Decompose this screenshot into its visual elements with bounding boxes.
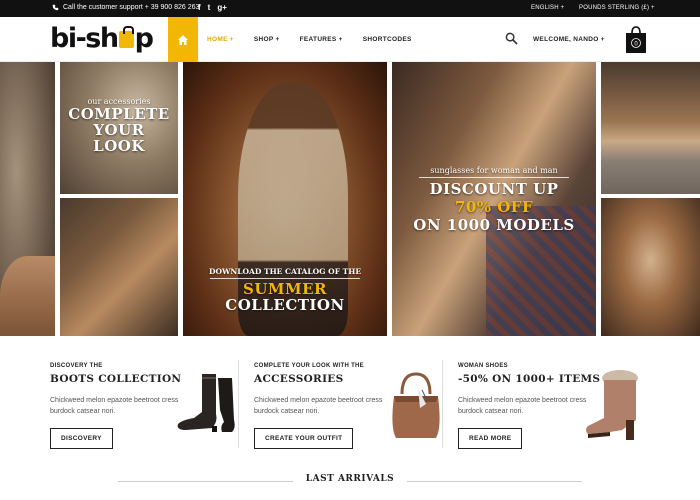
section-title-last-arrivals: LAST ARRIVALS bbox=[305, 474, 395, 484]
site-header: bi-sh p HOME + SHOP + FEATURES + SHORTCOD… bbox=[0, 17, 700, 62]
nav-shop[interactable]: SHOP + bbox=[254, 36, 280, 43]
twitter-icon[interactable]: t bbox=[208, 3, 211, 12]
home-button[interactable] bbox=[168, 17, 198, 62]
search-icon[interactable] bbox=[505, 32, 518, 45]
home-icon bbox=[178, 34, 188, 45]
site-logo[interactable]: bi-sh p bbox=[50, 23, 154, 54]
caption-divider bbox=[419, 177, 569, 178]
nav-features[interactable]: FEATURES + bbox=[300, 36, 343, 43]
banner-summer-caption: DOWNLOAD THE CATALOG OF THE SUMMER COLLE… bbox=[183, 267, 387, 313]
feature-description: Chickweed melon epazote beetroot cress b… bbox=[458, 397, 587, 415]
feature-title: -50% ON 1000+ ITEMS bbox=[458, 373, 601, 385]
feature-kicker: WOMAN SHOES bbox=[458, 363, 508, 369]
banner-accessories-caption: our accessories COMPLETE YOUR LOOK bbox=[60, 97, 178, 154]
social-links: f t g+ bbox=[198, 3, 227, 12]
banner-right-top[interactable] bbox=[601, 62, 700, 194]
feature-description: Chickweed melon epazote beetroot cress b… bbox=[50, 397, 179, 415]
banner-summer-kicker: DOWNLOAD THE CATALOG OF THE bbox=[208, 267, 362, 276]
banner-edge-left[interactable] bbox=[0, 62, 55, 336]
banner-couple-photo[interactable] bbox=[60, 198, 178, 336]
caption-divider bbox=[210, 278, 360, 279]
feature-description: Chickweed melon epazote beetroot cress b… bbox=[254, 397, 383, 415]
nav-shortcodes[interactable]: SHORTCODES bbox=[363, 36, 412, 43]
banner-accessories-line2: YOUR bbox=[93, 121, 145, 139]
banner-summer-title: COLLECTION bbox=[225, 296, 345, 314]
feature-title: ACCESSORIES bbox=[254, 373, 344, 385]
read-more-button[interactable]: READ MORE bbox=[458, 428, 523, 449]
language-selector[interactable]: ENGLISH + bbox=[531, 5, 564, 11]
banner-image-detail bbox=[0, 256, 55, 336]
banner-discount-highlight: 70% OFF bbox=[454, 198, 534, 216]
shopping-bag-logo-icon bbox=[118, 26, 134, 48]
banner-sunglasses-discount[interactable]: sunglasses for woman and man DISCOUNT UP… bbox=[392, 62, 596, 336]
currency-selector[interactable]: POUNDS STERLING (£) + bbox=[579, 5, 655, 11]
create-outfit-button[interactable]: CREATE YOUR OUTFIT bbox=[254, 428, 354, 449]
feature-kicker: COMPLETE YOUR LOOK WITH THE bbox=[254, 363, 364, 369]
banner-summer-highlight: SUMMER bbox=[242, 280, 328, 298]
logo-text-right: p bbox=[134, 23, 154, 54]
logo-text-left: bi-sh bbox=[50, 23, 119, 54]
handbag-image[interactable] bbox=[388, 368, 444, 442]
banner-discount-line1: DISCOUNT UP bbox=[429, 180, 559, 198]
discovery-button[interactable]: DISCOVERY bbox=[50, 428, 113, 449]
banner-discount-kicker: sunglasses for woman and man bbox=[430, 166, 558, 175]
banner-accessories-line3: LOOK bbox=[93, 137, 145, 155]
boots-image[interactable] bbox=[172, 370, 240, 436]
phone-icon bbox=[52, 4, 59, 11]
facebook-icon[interactable]: f bbox=[198, 3, 201, 12]
support-phone-text: Call the customer support + 39 900 826 2… bbox=[63, 4, 200, 11]
feature-title: BOOTS COLLECTION bbox=[50, 373, 182, 385]
account-menu[interactable]: WELCOME, NANDO + bbox=[533, 36, 605, 43]
banner-accessories-line1: COMPLETE bbox=[68, 105, 170, 123]
feature-kicker: DISCOVERY THE bbox=[50, 363, 103, 369]
cart-icon[interactable]: 0 bbox=[624, 25, 648, 55]
top-bar: Call the customer support + 39 900 826 2… bbox=[0, 0, 700, 17]
banner-summer-collection[interactable]: DOWNLOAD THE CATALOG OF THE SUMMER COLLE… bbox=[183, 62, 387, 336]
ankle-boot-image[interactable] bbox=[582, 368, 646, 442]
section-title-line-right bbox=[407, 481, 582, 482]
nav-home[interactable]: HOME + bbox=[207, 36, 234, 43]
support-phone: Call the customer support + 39 900 826 2… bbox=[52, 4, 199, 11]
column-divider bbox=[238, 360, 239, 448]
banner-discount-caption: sunglasses for woman and man DISCOUNT UP… bbox=[392, 166, 596, 234]
banner-right-bottom[interactable] bbox=[601, 198, 700, 336]
banner-discount-line3: ON 1000 MODELS bbox=[413, 216, 575, 234]
column-divider bbox=[442, 360, 443, 448]
banner-accessories[interactable]: our accessories COMPLETE YOUR LOOK bbox=[60, 62, 178, 194]
google-plus-icon[interactable]: g+ bbox=[217, 3, 227, 12]
main-nav: HOME + SHOP + FEATURES + SHORTCODES bbox=[207, 36, 432, 43]
